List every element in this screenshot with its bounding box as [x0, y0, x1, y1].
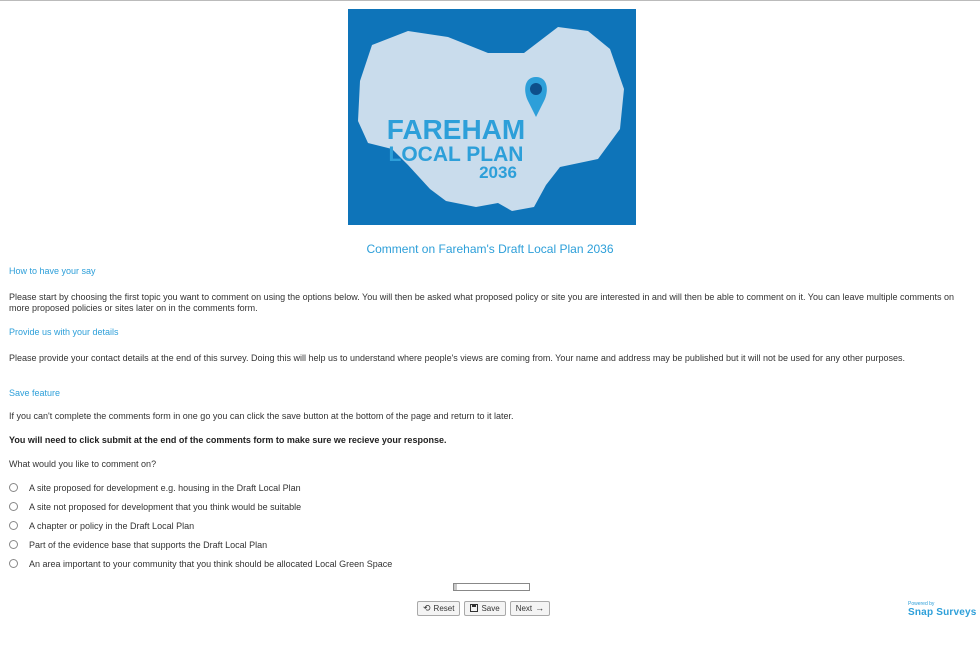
radio-button[interactable] [9, 559, 18, 568]
radio-option-label: A site proposed for development e.g. hou… [29, 482, 301, 493]
topic-radio-group: A site proposed for development e.g. hou… [9, 478, 392, 573]
next-button[interactable]: Next → [509, 601, 551, 616]
radio-option-site-not-proposed[interactable]: A site not proposed for development that… [9, 497, 392, 516]
submit-notice: You will need to click submit at the end… [9, 435, 447, 445]
progress-bar-fill [454, 584, 457, 590]
snap-surveys-logo: Snap Surveys [908, 607, 977, 618]
save-button[interactable]: Save [464, 601, 506, 616]
radio-button[interactable] [9, 540, 18, 549]
survey-title: Comment on Fareham's Draft Local Plan 20… [366, 242, 614, 256]
navigation-buttons: ⟲ Reset Save Next → [417, 601, 551, 616]
logo-graphic: FAREHAM LOCAL PLAN 2036 [348, 9, 636, 225]
arrow-right-icon: → [535, 603, 545, 613]
fareham-local-plan-logo: FAREHAM LOCAL PLAN 2036 [348, 9, 636, 225]
section-body-save-feature: If you can't complete the comments form … [9, 411, 514, 421]
radio-button[interactable] [9, 521, 18, 530]
radio-button[interactable] [9, 483, 18, 492]
radio-button[interactable] [9, 502, 18, 511]
radio-option-label: Part of the evidence base that supports … [29, 539, 268, 550]
radio-option-label: An area important to your community that… [29, 558, 393, 569]
section-body-how-to-have-your-say: Please start by choosing the first topic… [9, 292, 955, 313]
radio-option-label: A chapter or policy in the Draft Local P… [29, 520, 195, 531]
section-heading-how-to-have-your-say: How to have your say [9, 266, 96, 276]
logo-line-1: FAREHAM [387, 114, 525, 145]
save-icon [470, 603, 479, 614]
radio-option-label: A site not proposed for development that… [29, 501, 302, 512]
progress-bar [453, 583, 530, 591]
logo-line-3: 2036 [479, 163, 517, 182]
section-heading-save-feature: Save feature [9, 388, 61, 398]
save-button-label: Save [481, 604, 500, 613]
radio-option-chapter-or-policy[interactable]: A chapter or policy in the Draft Local P… [9, 516, 392, 535]
question-text: What would you like to comment on? [9, 459, 157, 469]
next-button-label: Next [515, 604, 533, 613]
radio-option-evidence-base[interactable]: Part of the evidence base that supports … [9, 535, 392, 554]
powered-by-snap-surveys[interactable]: Powered by Snap Surveys [908, 601, 977, 618]
section-body-your-details: Please provide your contact details at t… [9, 353, 906, 363]
radio-option-site-proposed[interactable]: A site proposed for development e.g. hou… [9, 478, 392, 497]
radio-option-local-green-space[interactable]: An area important to your community that… [9, 554, 392, 573]
section-heading-your-details: Provide us with your details [9, 327, 119, 337]
reset-button[interactable]: ⟲ Reset [417, 601, 461, 616]
reset-icon: ⟲ [423, 603, 431, 613]
reset-button-label: Reset [433, 604, 455, 613]
